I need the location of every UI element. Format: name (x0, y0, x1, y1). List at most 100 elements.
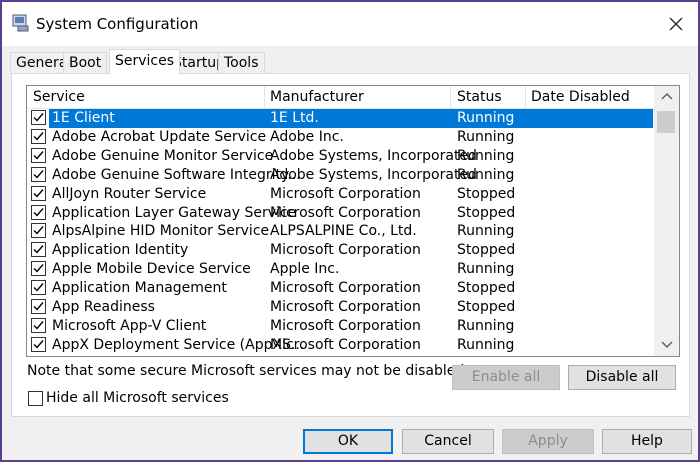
table-row[interactable]: AppX Deployment Service (AppXS... Microso… (27, 336, 653, 355)
service-checkbox[interactable] (31, 336, 46, 352)
status-cell: Stopped (457, 242, 516, 259)
help-button[interactable]: Help (602, 429, 692, 454)
services-list[interactable]: Service Manufacturer Status Date Disable… (26, 85, 680, 357)
service-checkbox[interactable] (31, 110, 46, 125)
enable-all-button[interactable]: Enable all (452, 365, 560, 390)
checkmark-icon (33, 320, 44, 330)
vertical-scrollbar[interactable] (654, 86, 679, 356)
service-name-cell: Adobe Genuine Software Integrity... (52, 166, 301, 183)
manufacturer-cell: ALPSALPINE Co., Ltd. (270, 223, 417, 240)
hide-microsoft-services-label[interactable]: Hide all Microsoft services (46, 390, 229, 406)
column-header-status[interactable]: Status (457, 89, 502, 105)
manufacturer-cell: Microsoft Corporation (270, 299, 421, 315)
column-header-service[interactable]: Service (33, 89, 85, 105)
checkmark-icon (33, 207, 44, 217)
close-icon[interactable] (666, 14, 686, 34)
status-cell: Running (457, 110, 515, 126)
title-bar: System Configuration (2, 2, 698, 46)
checkmark-icon (33, 169, 44, 179)
manufacturer-cell: Apple Inc. (270, 261, 340, 278)
tab-boot[interactable]: Boot (63, 52, 108, 73)
status-cell: Running (457, 223, 515, 240)
service-name-cell: Application Identity (52, 242, 189, 259)
system-configuration-window: System Configuration General Boot Servic… (0, 0, 700, 462)
hide-microsoft-services-checkbox[interactable] (28, 391, 43, 406)
manufacturer-cell: Adobe Systems, Incorporated (270, 147, 477, 164)
table-row[interactable]: Apple Mobile Device Service Apple Inc. Run… (27, 260, 653, 279)
service-checkbox[interactable] (31, 280, 46, 296)
status-cell: Stopped (457, 185, 516, 202)
manufacturer-cell: Adobe Systems, Incorporated (270, 166, 477, 183)
service-checkbox[interactable] (31, 166, 46, 182)
service-name-cell: 1E Client (52, 110, 115, 126)
cancel-button[interactable]: Cancel (402, 429, 494, 454)
service-name-cell: AppX Deployment Service (AppXS... (52, 336, 305, 353)
table-row[interactable]: Adobe Genuine Monitor Service Adobe Syste… (27, 147, 653, 166)
list-header: Service Manufacturer Status Date Disable… (27, 86, 653, 109)
column-divider[interactable] (450, 86, 451, 108)
service-checkbox[interactable] (31, 147, 46, 163)
table-row[interactable]: App Readiness Microsoft Corporation Stoppe… (27, 298, 653, 317)
column-divider[interactable] (264, 86, 265, 108)
checkmark-icon (33, 131, 44, 141)
service-checkbox[interactable] (31, 128, 46, 144)
status-cell: Running (457, 261, 515, 278)
service-name-cell: Microsoft App-V Client (52, 317, 207, 334)
service-checkbox[interactable] (31, 299, 46, 314)
status-cell: Running (457, 128, 515, 145)
tab-tools[interactable]: Tools (218, 52, 265, 73)
manufacturer-cell: 1E Ltd. (270, 110, 319, 126)
status-cell: Running (457, 317, 515, 334)
column-header-manufacturer[interactable]: Manufacturer (270, 89, 364, 105)
table-row[interactable]: Adobe Acrobat Update Service Adobe Inc. Ru… (27, 128, 653, 147)
checkmark-icon (33, 264, 44, 273)
scroll-up-icon[interactable] (661, 91, 673, 101)
table-row[interactable]: Microsoft App-V Client Microsoft Corporat… (27, 317, 653, 336)
service-name-cell: Adobe Genuine Monitor Service (52, 147, 274, 164)
manufacturer-cell: Microsoft Corporation (270, 336, 421, 353)
status-cell: Running (457, 166, 515, 183)
service-name-cell: Application Layer Gateway Service (52, 204, 297, 221)
manufacturer-cell: Microsoft Corporation (270, 204, 421, 221)
scroll-thumb[interactable] (657, 111, 675, 133)
checkmark-icon (33, 113, 44, 122)
service-checkbox[interactable] (31, 261, 46, 277)
service-checkbox[interactable] (31, 185, 46, 201)
ok-button[interactable]: OK (303, 429, 393, 454)
services-panel: Service Manufacturer Status Date Disable… (11, 73, 690, 417)
tab-services[interactable]: Services (109, 49, 181, 74)
table-row[interactable]: AlpsAlpine HID Monitor Service ALPSALPINE… (27, 222, 653, 241)
msconfig-app-icon (12, 14, 29, 32)
scroll-down-icon[interactable] (661, 340, 673, 350)
status-cell: Running (457, 147, 515, 164)
service-name-cell: Application Management (52, 280, 227, 297)
checkmark-icon (33, 226, 44, 235)
checkmark-icon (33, 245, 44, 254)
checkmark-icon (33, 302, 44, 311)
status-cell: Stopped (457, 280, 516, 297)
checkmark-icon (33, 339, 44, 349)
service-checkbox[interactable] (31, 223, 46, 239)
table-row[interactable]: 1E Client 1E Ltd. Running (27, 109, 653, 128)
service-checkbox[interactable] (31, 242, 46, 258)
status-cell: Stopped (457, 204, 516, 221)
column-header-date-disabled[interactable]: Date Disabled (531, 89, 630, 105)
service-name-cell: App Readiness (52, 299, 155, 315)
service-checkbox[interactable] (31, 317, 46, 333)
table-row[interactable]: Application Identity Microsoft Corporatio… (27, 241, 653, 260)
service-name-cell: AllJoyn Router Service (52, 185, 207, 202)
service-checkbox[interactable] (31, 204, 46, 220)
checkmark-icon (33, 283, 44, 292)
table-row[interactable]: Adobe Genuine Software Integrity... Adobe… (27, 166, 653, 185)
checkmark-icon (33, 150, 44, 160)
apply-button[interactable]: Apply (502, 429, 594, 454)
column-divider[interactable] (525, 86, 526, 108)
manufacturer-cell: Microsoft Corporation (270, 280, 421, 297)
service-name-cell: Adobe Acrobat Update Service (52, 128, 267, 145)
checkmark-icon (33, 188, 44, 198)
table-row[interactable]: AllJoyn Router Service Microsoft Corporat… (27, 185, 653, 204)
table-row[interactable]: Application Layer Gateway Service Microso… (27, 204, 653, 223)
disable-all-button[interactable]: Disable all (568, 365, 676, 390)
selection-highlight (49, 109, 653, 128)
table-row[interactable]: Application Management Microsoft Corporat… (27, 279, 653, 298)
